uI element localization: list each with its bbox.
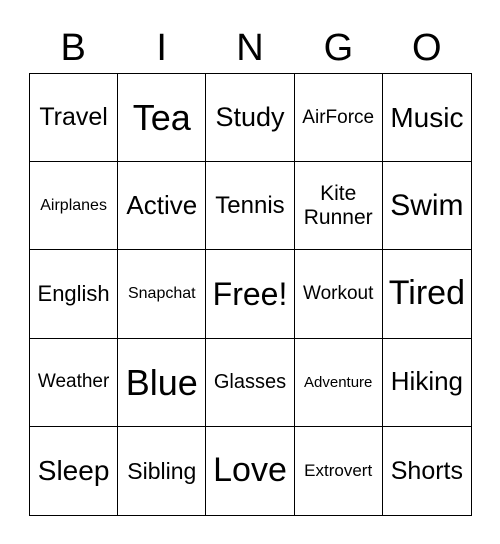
bingo-cell[interactable]: Blue bbox=[118, 338, 207, 427]
bingo-cell[interactable]: Swim bbox=[382, 162, 471, 251]
bingo-cell[interactable]: Airplanes bbox=[30, 162, 119, 251]
bingo-cell[interactable]: Glasses bbox=[206, 338, 295, 427]
bingo-cell[interactable]: Hiking bbox=[382, 339, 471, 427]
bingo-cell[interactable]: Workout bbox=[294, 250, 383, 339]
bingo-header: B I N G O bbox=[29, 26, 471, 70]
bingo-grid: Travel Tea Study AirForce Music Airplane… bbox=[29, 73, 472, 516]
bingo-cell[interactable]: Sleep bbox=[30, 426, 119, 515]
header-letter-o: O bbox=[412, 27, 442, 69]
bingo-cell[interactable]: Shorts bbox=[383, 427, 471, 515]
header-letter-g: G bbox=[323, 27, 354, 69]
bingo-cell[interactable]: Weather bbox=[30, 338, 119, 427]
header-letter-i: I bbox=[156, 27, 167, 69]
bingo-cell[interactable]: Sibling bbox=[118, 426, 207, 515]
bingo-cell[interactable]: Music bbox=[382, 74, 471, 163]
bingo-cell[interactable]: Tea bbox=[118, 74, 207, 163]
bingo-cell[interactable]: Active bbox=[118, 162, 207, 251]
bingo-cell[interactable]: AirForce bbox=[294, 74, 383, 163]
bingo-cell[interactable]: Kite Runner bbox=[294, 162, 383, 251]
bingo-cell[interactable]: Adventure bbox=[294, 338, 383, 427]
bingo-cell[interactable]: Travel bbox=[30, 74, 119, 163]
header-letter-n: N bbox=[236, 27, 264, 69]
bingo-cell[interactable]: Tennis bbox=[206, 162, 295, 251]
bingo-cell[interactable]: Extrovert bbox=[295, 426, 383, 515]
bingo-cell[interactable]: English bbox=[30, 250, 119, 339]
header-letter-b: B bbox=[60, 27, 86, 69]
bingo-cell[interactable]: Tired bbox=[382, 250, 471, 339]
bingo-cell[interactable]: Snapchat bbox=[118, 250, 207, 339]
bingo-cell[interactable]: Study bbox=[206, 74, 295, 163]
free-space-cell[interactable]: Free! bbox=[206, 250, 295, 339]
bingo-cell[interactable]: Love bbox=[206, 426, 295, 515]
